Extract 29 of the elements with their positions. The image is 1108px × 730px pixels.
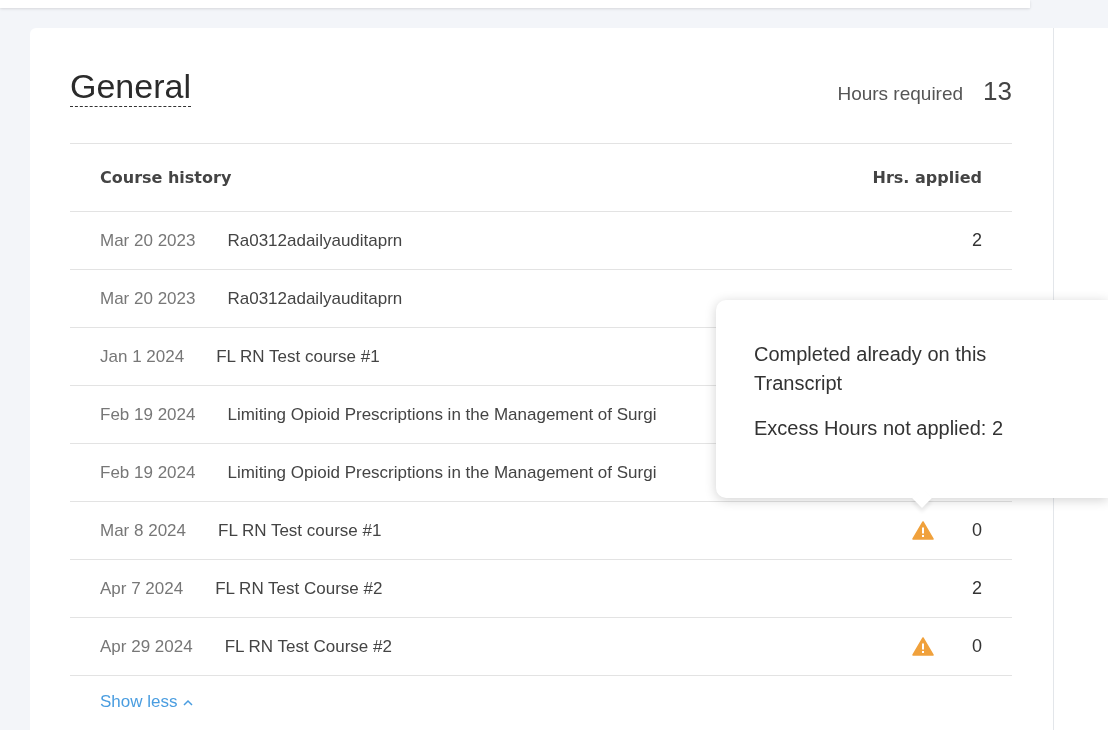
hours-cell-text: 2 xyxy=(971,230,982,251)
hours-cell-text: 2 xyxy=(971,578,982,599)
chevron-up-icon xyxy=(183,698,194,706)
column-header: Course history xyxy=(100,168,232,187)
course-title: FL RN Test Course #2 xyxy=(224,636,392,657)
hours-cell-text: 0 xyxy=(971,636,982,657)
hours-cell-text: 0 xyxy=(971,520,982,541)
date-cell: Feb 19 2024 xyxy=(100,404,196,425)
hours-required-label: Hours required xyxy=(837,83,964,105)
tooltip-text: Completed already on this Transcript xyxy=(754,342,988,396)
date-cell: Mar 20 2023 xyxy=(100,230,196,251)
section-title: General xyxy=(70,66,191,107)
column-header: Hrs. applied xyxy=(872,168,982,187)
show-less-link[interactable]: Show less xyxy=(100,692,194,712)
course-title: FL RN Test Course #2 xyxy=(215,578,383,599)
course-title: Ra0312adailyauditaprn xyxy=(227,288,403,309)
date-cell: Mar 8 2024 xyxy=(100,520,186,541)
date-cell: Apr 29 2024 xyxy=(100,636,193,657)
hours-required-value: 13 xyxy=(983,76,1012,107)
course-title: FL RN Test course #1 xyxy=(218,520,382,541)
date-cell: Apr 7 2024 xyxy=(100,578,184,599)
date-cell: Jan 1 2024 xyxy=(100,346,185,367)
tooltip-text: Excess Hours not applied: 2 xyxy=(754,416,1005,441)
date-cell: Feb 19 2024 xyxy=(100,462,196,483)
date-cell: Mar 20 2023 xyxy=(100,288,196,309)
course-title: FL RN Test course #1 xyxy=(216,346,380,367)
course-title: Limiting Opioid Prescriptions in the Management of Surgi xyxy=(227,404,657,425)
course-title: Limiting Opioid Prescriptions in the Management of Surgi xyxy=(227,462,657,483)
course-title: Ra0312adailyauditaprn xyxy=(227,230,403,251)
